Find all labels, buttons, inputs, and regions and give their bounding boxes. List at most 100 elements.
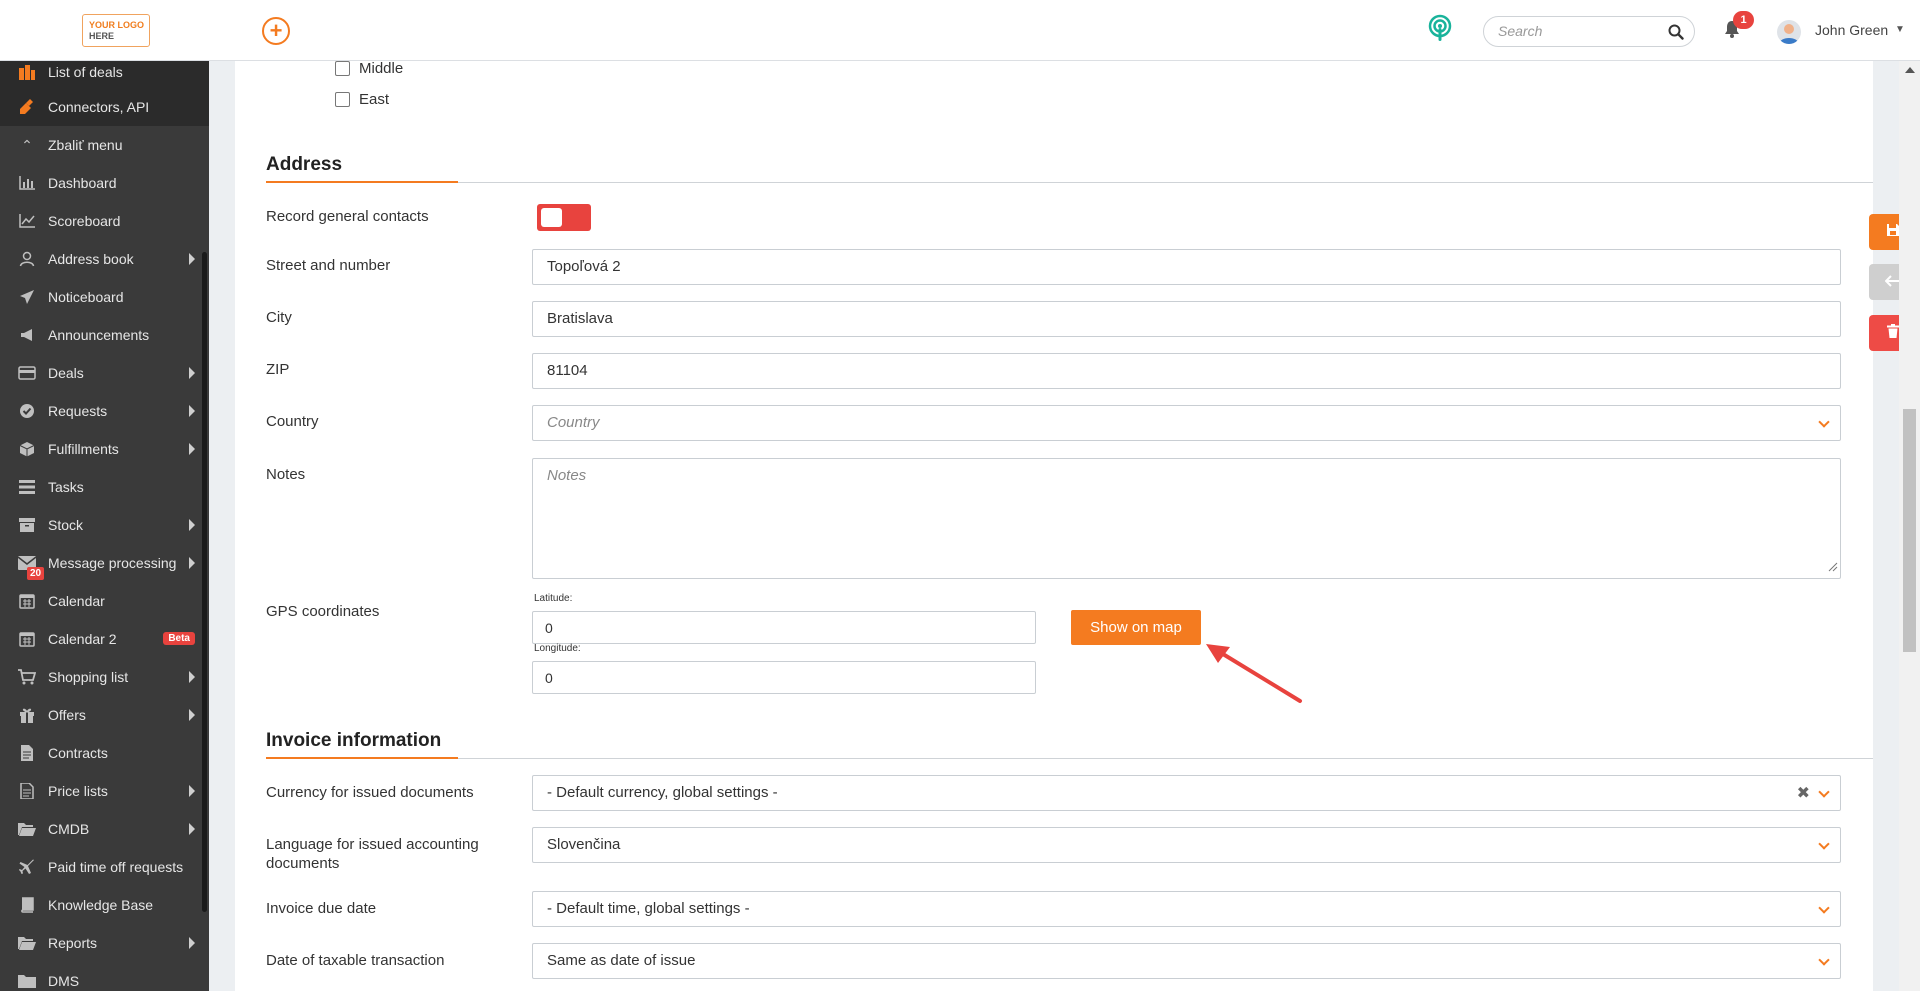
longitude-field[interactable]: 0 bbox=[532, 661, 1036, 694]
archive-icon bbox=[16, 516, 38, 534]
sidebar-item-paid-time-off[interactable]: Paid time off requests bbox=[0, 848, 209, 886]
search-input[interactable] bbox=[1498, 23, 1658, 39]
sidebar-item-connectors-api[interactable]: Connectors, API bbox=[0, 88, 209, 126]
sidebar-item-label: Message processing bbox=[48, 555, 177, 571]
chevron-right-icon bbox=[189, 937, 195, 949]
deals-list-icon bbox=[16, 63, 38, 81]
credit-card-icon bbox=[16, 364, 38, 382]
sidebar-item-calendar[interactable]: Calendar bbox=[0, 582, 209, 620]
search-icon[interactable] bbox=[1668, 24, 1684, 44]
main-content: Middle East Address Record general conta… bbox=[235, 60, 1873, 991]
chevron-down-icon[interactable] bbox=[1818, 954, 1830, 966]
due-date-value: - Default time, global settings - bbox=[547, 900, 750, 917]
avatar[interactable] bbox=[1777, 20, 1801, 44]
scrollbar-thumb[interactable] bbox=[1903, 409, 1916, 652]
sidebar: List of deals Connectors, API ⌃ Zbaliť m… bbox=[0, 61, 209, 991]
toggle-knob[interactable] bbox=[541, 208, 562, 227]
sidebar-item-requests[interactable]: Requests bbox=[0, 392, 209, 430]
sidebar-item-stock[interactable]: Stock bbox=[0, 506, 209, 544]
sidebar-item-reports[interactable]: Reports bbox=[0, 924, 209, 962]
chevron-down-icon[interactable]: ▼ bbox=[1895, 24, 1905, 35]
sidebar-item-contracts[interactable]: Contracts bbox=[0, 734, 209, 772]
sidebar-item-label: Reports bbox=[48, 935, 98, 951]
sidebar-item-label: Calendar bbox=[48, 593, 105, 609]
gift-icon bbox=[16, 706, 38, 724]
record-general-contacts-toggle[interactable] bbox=[537, 204, 591, 231]
street-label: Street and number bbox=[266, 257, 391, 274]
sidebar-item-deals[interactable]: Deals bbox=[0, 354, 209, 392]
page-scrollbar[interactable] bbox=[1899, 61, 1920, 991]
podcast-icon[interactable] bbox=[1427, 14, 1453, 48]
sidebar-item-label: Noticeboard bbox=[48, 289, 124, 305]
user-name[interactable]: John Green bbox=[1815, 22, 1888, 38]
sidebar-item-price-lists[interactable]: Price lists bbox=[0, 772, 209, 810]
invoice-due-date-select[interactable]: - Default time, global settings - bbox=[532, 891, 1841, 927]
language-label-line1: Language for issued accounting bbox=[266, 836, 479, 853]
sidebar-item-address-book[interactable]: Address book bbox=[0, 240, 209, 278]
sidebar-item-label: Offers bbox=[48, 707, 86, 723]
notes-textarea[interactable]: Notes bbox=[532, 458, 1841, 579]
sidebar-item-scoreboard[interactable]: Scoreboard bbox=[0, 202, 209, 240]
sidebar-item-calendar-2[interactable]: Calendar 2 Beta bbox=[0, 620, 209, 658]
resize-handle-icon[interactable] bbox=[1828, 559, 1838, 576]
sidebar-item-offers[interactable]: Offers bbox=[0, 696, 209, 734]
file-icon bbox=[16, 744, 38, 762]
currency-select[interactable]: - Default currency, global settings - ✖ bbox=[532, 775, 1841, 811]
clear-icon[interactable]: ✖ bbox=[1797, 783, 1810, 803]
company-logo[interactable]: YOUR LOGO HERE bbox=[82, 14, 150, 47]
quick-add-button[interactable]: + bbox=[262, 17, 290, 45]
show-on-map-button[interactable]: Show on map bbox=[1071, 610, 1201, 645]
sidebar-item-fulfillments[interactable]: Fulfillments bbox=[0, 430, 209, 468]
latitude-field[interactable]: 0 bbox=[532, 611, 1036, 644]
checkbox-row[interactable]: East bbox=[335, 84, 403, 115]
region-checkbox[interactable] bbox=[335, 92, 350, 107]
sidebar-item-list-of-deals[interactable]: List of deals bbox=[0, 61, 209, 88]
city-field[interactable]: Bratislava bbox=[532, 301, 1841, 337]
megaphone-icon bbox=[16, 326, 38, 344]
sidebar-item-label: Connectors, API bbox=[48, 99, 150, 115]
collapse-icon: ⌃ bbox=[21, 136, 33, 153]
chevron-down-icon[interactable] bbox=[1818, 902, 1830, 914]
region-checkbox[interactable] bbox=[335, 61, 350, 76]
street-field[interactable]: Topoľová 2 bbox=[532, 249, 1841, 285]
taxable-value: Same as date of issue bbox=[547, 952, 696, 969]
chevron-right-icon bbox=[189, 253, 195, 265]
checkbox-label: Middle bbox=[359, 60, 404, 77]
sidebar-item-label: Scoreboard bbox=[48, 213, 121, 229]
zip-field[interactable]: 81104 bbox=[532, 353, 1841, 389]
user-icon bbox=[16, 250, 38, 268]
annotation-arrow-icon bbox=[1206, 644, 1302, 703]
sidebar-item-shopping-list[interactable]: Shopping list bbox=[0, 658, 209, 696]
sidebar-item-cmdb[interactable]: CMDB bbox=[0, 810, 209, 848]
language-label-line2: documents bbox=[266, 855, 340, 872]
scroll-up-icon[interactable] bbox=[1905, 67, 1915, 73]
sidebar-item-announcements[interactable]: Announcements bbox=[0, 316, 209, 354]
chevron-down-icon[interactable] bbox=[1818, 416, 1830, 428]
chevron-right-icon bbox=[189, 709, 195, 721]
section-divider-accent bbox=[266, 757, 458, 759]
sidebar-item-collapse-menu[interactable]: ⌃ Zbaliť menu bbox=[0, 126, 209, 164]
sidebar-item-knowledge-base[interactable]: Knowledge Base bbox=[0, 886, 209, 924]
chevron-right-icon bbox=[189, 671, 195, 683]
chevron-down-icon[interactable] bbox=[1818, 838, 1830, 850]
sidebar-item-dashboard[interactable]: Dashboard bbox=[0, 164, 209, 202]
checkbox-label: East bbox=[359, 91, 390, 108]
sidebar-item-tasks[interactable]: Tasks bbox=[0, 468, 209, 506]
sidebar-item-message-processing[interactable]: 20 Message processing bbox=[0, 544, 209, 582]
taxable-transaction-select[interactable]: Same as date of issue bbox=[532, 943, 1841, 979]
folder-icon bbox=[16, 972, 38, 990]
country-select[interactable]: Country bbox=[532, 405, 1841, 441]
chevron-down-icon[interactable] bbox=[1818, 786, 1830, 798]
currency-label: Currency for issued documents bbox=[266, 784, 474, 801]
sidebar-item-dms[interactable]: DMS bbox=[0, 962, 209, 991]
sidebar-item-label: Address book bbox=[48, 251, 134, 267]
language-select[interactable]: Slovenčina bbox=[532, 827, 1841, 863]
chevron-right-icon bbox=[189, 519, 195, 531]
sidebar-scrollbar[interactable] bbox=[202, 252, 207, 912]
search-box[interactable] bbox=[1483, 16, 1695, 47]
section-title-address: Address bbox=[266, 154, 343, 175]
section-title-invoice: Invoice information bbox=[266, 730, 442, 751]
sidebar-item-noticeboard[interactable]: Noticeboard bbox=[0, 278, 209, 316]
sidebar-item-label: Knowledge Base bbox=[48, 897, 154, 913]
section-divider bbox=[266, 757, 1873, 759]
